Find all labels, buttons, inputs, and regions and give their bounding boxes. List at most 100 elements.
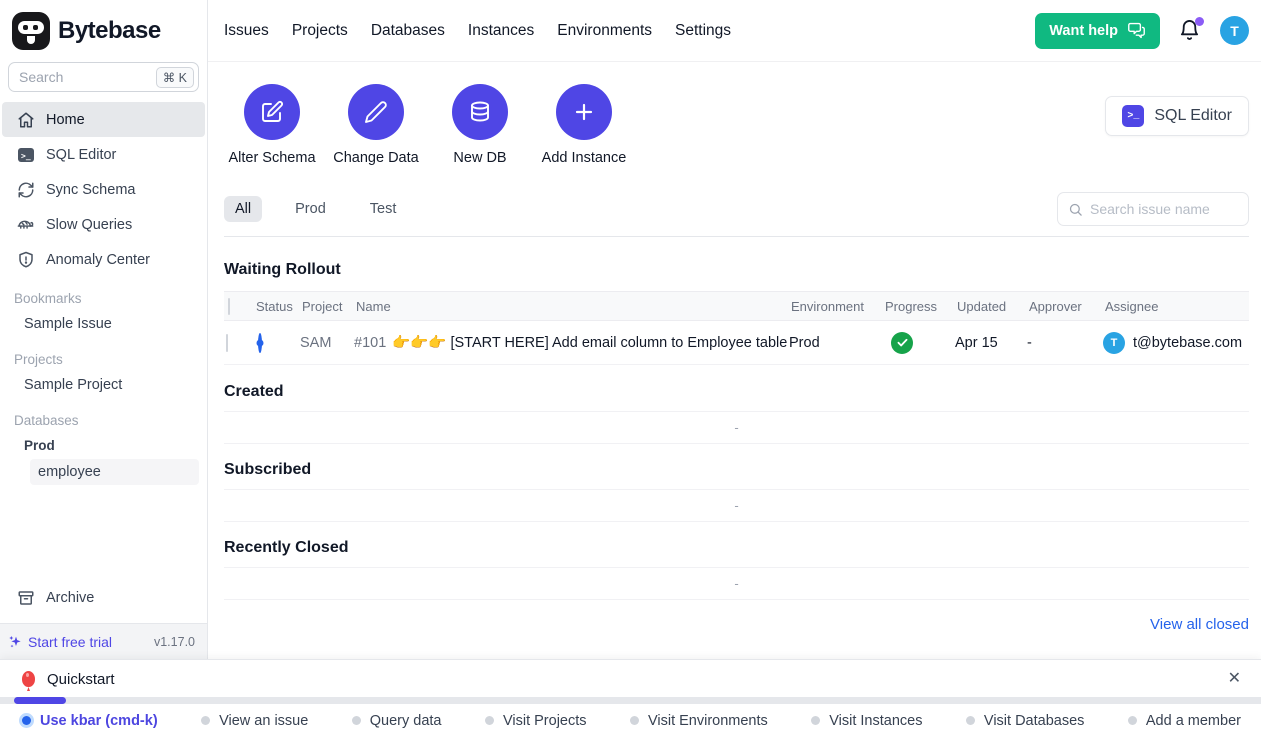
step-visit-instances[interactable]: Visit Instances (811, 713, 922, 729)
quickstart-steps: Use kbar (cmd-k) View an issue Query dat… (0, 704, 1261, 733)
sidebar-item-home[interactable]: Home (2, 102, 205, 137)
turtle-icon (16, 215, 35, 234)
alter-schema-button[interactable]: Alter Schema (224, 84, 320, 166)
user-avatar[interactable]: T (1220, 16, 1249, 45)
top-nav: Issues Projects Databases Instances Envi… (224, 22, 731, 40)
subscribed-title: Subscribed (224, 461, 1249, 479)
sidebar-search-input[interactable] (19, 69, 156, 85)
alter-schema-label: Alter Schema (228, 150, 315, 166)
nav-settings[interactable]: Settings (675, 22, 731, 40)
nav-databases[interactable]: Databases (371, 22, 445, 40)
add-instance-button[interactable]: Add Instance (536, 84, 632, 166)
sidebar-item-archive[interactable]: Archive (2, 580, 205, 615)
step-dot-icon (22, 716, 31, 725)
assignee-cell: T t@bytebase.com (1103, 332, 1249, 354)
main-area: Issues Projects Databases Instances Envi… (208, 0, 1261, 659)
sidebar-item-prod[interactable]: Prod (0, 432, 207, 459)
terminal-icon: >_ (16, 145, 35, 164)
shield-alert-icon (16, 250, 35, 269)
start-free-trial-link[interactable]: Start free trial (8, 634, 112, 650)
brand-name: Bytebase (58, 17, 161, 45)
bytebase-logo-icon (12, 12, 50, 50)
approver-cell: - (1027, 335, 1103, 351)
sql-editor-label: SQL Editor (1154, 107, 1232, 125)
tab-all[interactable]: All (224, 196, 262, 222)
recently-closed-empty-row: - (224, 567, 1249, 600)
want-help-button[interactable]: Want help (1035, 13, 1160, 49)
sidebar-search[interactable]: ⌘ K (8, 62, 199, 92)
notification-dot (1195, 17, 1204, 26)
svg-text:>_: >_ (21, 151, 31, 160)
edit-square-icon (244, 84, 300, 140)
col-updated: Updated (955, 299, 1027, 314)
assignee-email: t@bytebase.com (1133, 335, 1242, 351)
step-visit-projects[interactable]: Visit Projects (485, 713, 587, 729)
add-instance-label: Add Instance (542, 150, 627, 166)
issue-name-cell[interactable]: #101👉👉👉 [START HERE] Add email column to… (354, 334, 789, 351)
nav-environments[interactable]: Environments (557, 22, 652, 40)
table-header-row: Status Project Name Environment Progress… (224, 291, 1249, 321)
sidebar-item-sql-editor[interactable]: >_ SQL Editor (2, 137, 205, 172)
home-icon (16, 110, 35, 129)
issue-search[interactable] (1057, 192, 1249, 226)
step-visit-environments[interactable]: Visit Environments (630, 713, 768, 729)
view-all-closed-link[interactable]: View all closed (1150, 616, 1249, 633)
balloon-icon (22, 671, 35, 687)
change-data-button[interactable]: Change Data (328, 84, 424, 166)
select-all-checkbox[interactable] (228, 298, 230, 315)
step-add-a-member[interactable]: Add a member (1128, 713, 1241, 729)
sidebar-footer: Start free trial v1.17.0 (0, 623, 207, 659)
nav-issues[interactable]: Issues (224, 22, 269, 40)
new-db-button[interactable]: New DB (432, 84, 528, 166)
step-visit-databases[interactable]: Visit Databases (966, 713, 1084, 729)
created-empty-row: - (224, 411, 1249, 444)
tab-prod[interactable]: Prod (284, 196, 337, 222)
sql-editor-button[interactable]: >_ SQL Editor (1105, 96, 1249, 136)
row-checkbox[interactable] (226, 334, 228, 352)
quickstart-progress-fill (14, 697, 66, 704)
status-open-icon (258, 333, 262, 353)
environment-cell: Prod (789, 335, 883, 351)
col-progress: Progress (883, 299, 955, 314)
nav-projects[interactable]: Projects (292, 22, 348, 40)
col-approver: Approver (1027, 299, 1103, 314)
step-dot-icon (201, 716, 210, 725)
step-dot-icon (630, 716, 639, 725)
sidebar-item-sample-project[interactable]: Sample Project (0, 371, 207, 399)
sidebar-item-label: Home (46, 112, 85, 128)
updated-cell: Apr 15 (955, 335, 1027, 351)
sidebar-item-employee[interactable]: employee (30, 459, 199, 485)
recently-closed-title: Recently Closed (224, 539, 1249, 557)
nav-instances[interactable]: Instances (468, 22, 534, 40)
sidebar-item-sample-issue[interactable]: Sample Issue (0, 310, 207, 338)
step-view-an-issue[interactable]: View an issue (201, 713, 308, 729)
quickstart-close-button[interactable]: ✕ (1224, 669, 1245, 689)
sidebar-item-anomaly-center[interactable]: Anomaly Center (2, 242, 205, 277)
notifications-button[interactable] (1178, 19, 1202, 43)
sidebar-item-sync-schema[interactable]: Sync Schema (2, 172, 205, 207)
sidebar-item-label: Anomaly Center (46, 252, 150, 268)
subscribed-empty-row: - (224, 489, 1249, 522)
col-name: Name (354, 299, 789, 314)
sidebar-item-slow-queries[interactable]: Slow Queries (2, 207, 205, 242)
col-environment: Environment (789, 299, 883, 314)
progress-done-icon (891, 332, 913, 354)
issue-row[interactable]: SAM #101👉👉👉 [START HERE] Add email colum… (224, 321, 1249, 365)
sidebar-item-label: Slow Queries (46, 217, 132, 233)
step-query-data[interactable]: Query data (352, 713, 442, 729)
tab-test[interactable]: Test (359, 196, 408, 222)
step-dot-icon (966, 716, 975, 725)
quickstart-progress-track (0, 697, 1261, 704)
quickstart-title: Quickstart (47, 671, 115, 688)
issue-title: 👉👉👉 [START HERE] Add email column to Emp… (392, 335, 787, 351)
issue-search-input[interactable] (1090, 201, 1238, 217)
sidebar-item-label: Archive (46, 590, 94, 606)
step-dot-icon (352, 716, 361, 725)
bookmarks-heading: Bookmarks (0, 277, 207, 310)
project-cell: SAM (300, 335, 354, 351)
brand-logo[interactable]: Bytebase (0, 0, 207, 58)
step-use-kbar[interactable]: Use kbar (cmd-k) (22, 713, 158, 729)
sync-icon (16, 180, 35, 199)
sidebar-item-label: Sync Schema (46, 182, 135, 198)
sidebar: Bytebase ⌘ K Home >_ SQL Editor Sync Sch… (0, 0, 208, 659)
